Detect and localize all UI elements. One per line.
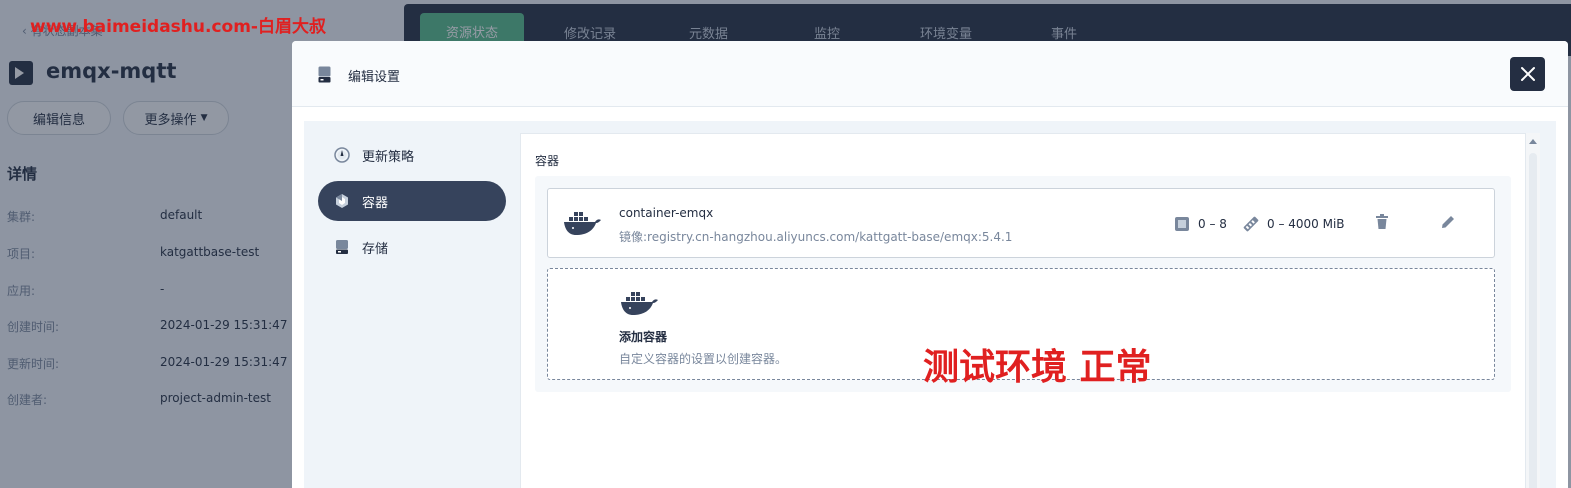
docker-icon (564, 212, 601, 235)
nav-item-update-strategy[interactable]: 更新策略 (318, 135, 506, 175)
nav-item-storage[interactable]: 存储 (318, 227, 506, 267)
nav-item-label: 存储 (362, 241, 389, 257)
container-name: container-emqx (619, 206, 714, 220)
modal-body: 更新策略 容器 存储 容器 container-emqx 镜像:registry… (304, 121, 1556, 488)
image-value: registry.cn-hangzhou.aliyuncs.com/kattga… (647, 230, 1013, 244)
container-image: 镜像:registry.cn-hangzhou.aliyuncs.com/kat… (619, 228, 1012, 245)
trash-icon (1376, 214, 1388, 229)
storage-icon (336, 240, 348, 254)
modal-header: 编辑设置 (292, 41, 1568, 107)
edit-settings-modal: 编辑设置 更新策略 容器 存储 容器 container-emqx 镜像:reg… (292, 41, 1568, 488)
containers-section-label: 容器 (535, 154, 560, 168)
nav-item-containers[interactable]: 容器 (318, 181, 506, 221)
content-scrollbar[interactable] (1526, 133, 1540, 488)
cpu-limit: 0 – 8 (1174, 216, 1227, 232)
memory-icon (1243, 216, 1259, 232)
container-icon (336, 194, 348, 208)
nav-item-label: 更新策略 (362, 149, 415, 165)
memory-limit: 0 – 4000 MiB (1243, 216, 1345, 232)
add-container-description: 自定义容器的设置以创建容器。 (619, 352, 788, 366)
close-button[interactable] (1510, 57, 1545, 91)
container-card[interactable]: container-emqx 镜像:registry.cn-hangzhou.a… (547, 188, 1495, 258)
settings-side-nav: 更新策略 容器 存储 (304, 121, 520, 488)
scroll-up-arrow-icon[interactable] (1529, 139, 1537, 144)
delete-container-button[interactable] (1372, 212, 1392, 232)
scroll-thumb[interactable] (1529, 153, 1537, 488)
settings-content: 容器 container-emqx 镜像:registry.cn-hangzho… (520, 133, 1526, 488)
cpu-icon (1175, 217, 1189, 231)
nav-item-label: 容器 (362, 195, 389, 211)
edit-container-button[interactable] (1438, 212, 1458, 232)
close-icon (1520, 67, 1535, 81)
docker-icon (621, 292, 658, 315)
modal-title: 编辑设置 (348, 70, 401, 85)
image-label: 镜像: (619, 230, 648, 244)
pencil-icon (1442, 216, 1454, 228)
settings-disk-icon (318, 66, 331, 83)
cpu-value: 0 – 8 (1198, 217, 1227, 231)
add-container-title: 添加容器 (619, 330, 668, 344)
environment-status-overlay: 测试环境 正常 (923, 347, 1152, 388)
update-strategy-icon (334, 147, 350, 163)
memory-value: 0 – 4000 MiB (1267, 217, 1345, 231)
watermark-text: www.baimeidashu.com-白眉大叔 (30, 17, 326, 37)
